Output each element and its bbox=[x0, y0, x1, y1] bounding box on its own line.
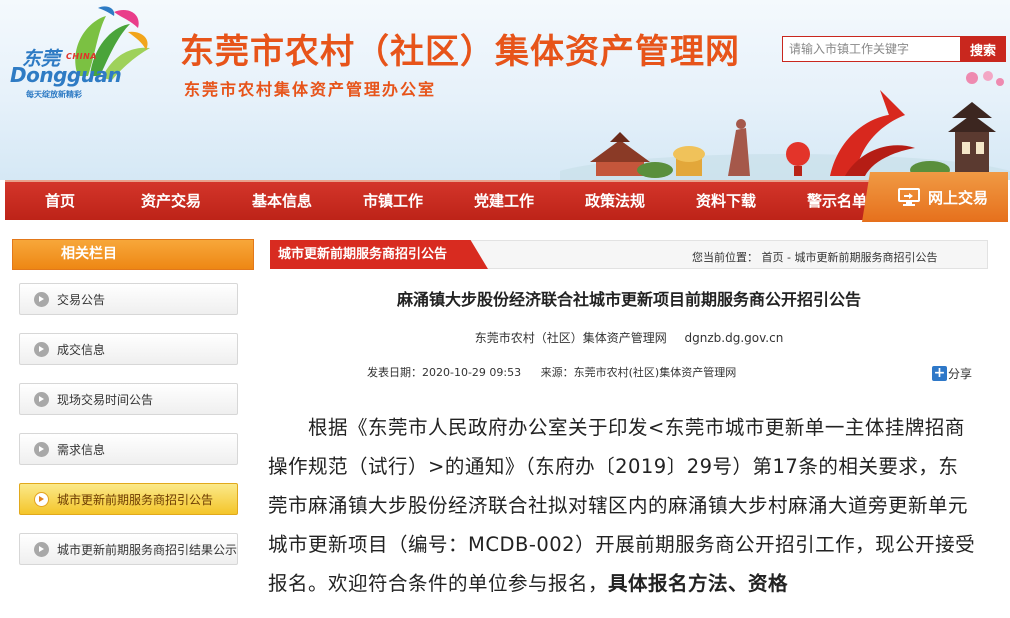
play-circle-icon bbox=[34, 341, 49, 357]
share-label: 分享 bbox=[948, 367, 973, 381]
article-title: 麻涌镇大步股份经济联合社城市更新项目前期服务商公开招引公告 bbox=[396, 290, 861, 309]
site-subtitle: 东莞市农村集体资产管理办公室 bbox=[184, 80, 437, 99]
play-circle-icon bbox=[34, 441, 49, 457]
play-circle-icon bbox=[34, 491, 49, 507]
play-circle-icon bbox=[34, 291, 49, 307]
monitor-icon bbox=[898, 188, 920, 206]
logo-slogan: 每天绽放新精彩 bbox=[26, 90, 82, 99]
dongguan-logo[interactable]: 东莞 CHINA Dongguan 每天绽放新精彩 bbox=[6, 6, 166, 106]
nav-item-basic-info[interactable]: 基本信息 bbox=[227, 182, 337, 220]
nav-item-asset-trade[interactable]: 资产交易 bbox=[116, 182, 226, 220]
nav-item-party-work[interactable]: 党建工作 bbox=[449, 182, 559, 220]
breadcrumb: 您当前位置： 首页 - 城市更新前期服务商招引公告 bbox=[692, 251, 938, 264]
sidebar-item-renewal-notice[interactable]: 城市更新前期服务商招引公告 bbox=[19, 483, 238, 515]
article-source: 来源：东莞市农村(社区)集体资产管理网 bbox=[540, 366, 737, 379]
article-publisher-line: 东莞市农村（社区）集体资产管理网 dgnzb.dg.gov.cn bbox=[270, 329, 988, 346]
article-site: dgnzb.dg.gov.cn bbox=[684, 331, 784, 345]
logo-text-china: CHINA bbox=[66, 52, 97, 61]
site-title: 东莞市农村（社区）集体资产管理网 bbox=[180, 32, 740, 72]
main-nav: 首页 资产交易 基本信息 市镇工作 党建工作 政策法规 资料下载 警示名单 bbox=[5, 180, 1008, 220]
nav-item-home[interactable]: 首页 bbox=[5, 182, 115, 220]
search-button[interactable]: 搜索 bbox=[960, 36, 1006, 62]
logo-text-en: Dongguan bbox=[10, 63, 122, 87]
article-publisher: 东莞市农村（社区）集体资产管理网 bbox=[474, 331, 667, 345]
article-info-line: 发表日期：2020-10-29 09:53 来源：东莞市农村(社区)集体资产管理… bbox=[367, 364, 736, 380]
article-body: 根据《东莞市人民政府办公室关于印发<东莞市城市更新单一主体挂牌招商操作规范（试行… bbox=[268, 408, 978, 603]
sidebar-item-deal-info[interactable]: 成交信息 bbox=[19, 333, 238, 365]
play-circle-icon bbox=[34, 391, 49, 407]
article-date: 发表日期：2020-10-29 09:53 bbox=[367, 366, 522, 379]
sidebar-item-label: 成交信息 bbox=[57, 342, 106, 357]
sidebar-item-demand-info[interactable]: 需求信息 bbox=[19, 433, 238, 465]
nav-item-town-work[interactable]: 市镇工作 bbox=[338, 182, 448, 220]
sidebar-item-label: 城市更新前期服务商招引结果公示 bbox=[57, 542, 238, 557]
site-header: 东莞 CHINA Dongguan 每天绽放新精彩 东莞市农村（社区）集体资产管… bbox=[0, 0, 1010, 180]
nav-item-downloads[interactable]: 资料下载 bbox=[671, 182, 781, 220]
online-trade-label: 网上交易 bbox=[928, 188, 989, 207]
city-scenery-illustration bbox=[560, 71, 1010, 180]
share-button[interactable]: + 分享 bbox=[932, 365, 972, 382]
sidebar-item-label: 城市更新前期服务商招引公告 bbox=[57, 492, 214, 507]
sidebar-item-trade-notice[interactable]: 交易公告 bbox=[19, 283, 238, 315]
sidebar-item-renewal-result[interactable]: 城市更新前期服务商招引结果公示 bbox=[19, 533, 238, 565]
sidebar-item-label: 交易公告 bbox=[57, 292, 106, 307]
search-input[interactable] bbox=[782, 36, 960, 62]
article-body-text: 根据《东莞市人民政府办公室关于印发<东莞市城市更新单一主体挂牌招商操作规范（试行… bbox=[268, 416, 976, 595]
nav-item-policy[interactable]: 政策法规 bbox=[560, 182, 670, 220]
play-circle-icon bbox=[34, 541, 49, 557]
sidebar-title: 相关栏目 bbox=[12, 239, 254, 270]
sidebar-item-onsite-schedule[interactable]: 现场交易时间公告 bbox=[19, 383, 238, 415]
search-box: 搜索 bbox=[782, 36, 1006, 62]
content-section-tab: 城市更新前期服务商招引公告 bbox=[270, 240, 488, 269]
sidebar-item-label: 现场交易时间公告 bbox=[57, 392, 154, 407]
online-trade-button[interactable]: 网上交易 bbox=[862, 172, 1008, 222]
article-body-bold: 具体报名方法、资格 bbox=[608, 572, 789, 595]
plus-icon: + bbox=[932, 365, 947, 381]
sidebar-item-label: 需求信息 bbox=[57, 442, 106, 457]
